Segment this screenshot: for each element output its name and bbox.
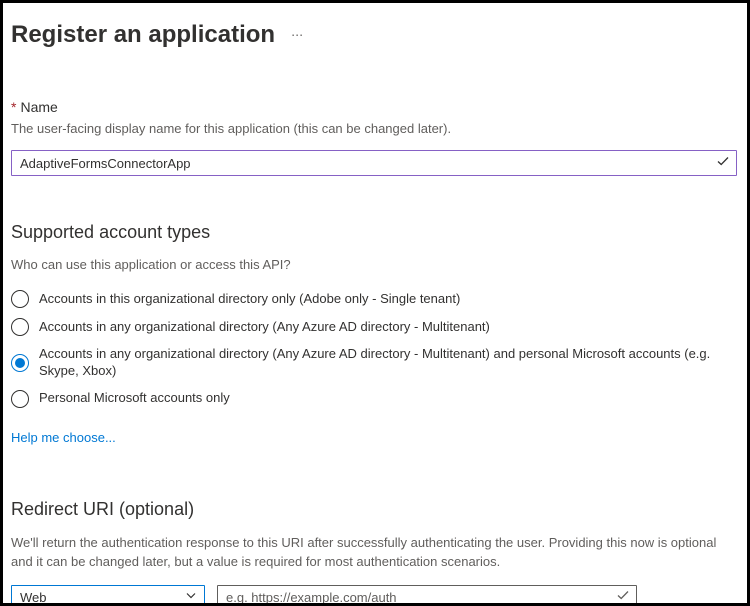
account-type-option-multitenant[interactable]: Accounts in any organizational directory… — [11, 318, 745, 336]
platform-selected-value: Web — [20, 590, 47, 605]
account-type-option-single-tenant[interactable]: Accounts in this organizational director… — [11, 290, 745, 308]
radio-icon — [11, 318, 29, 336]
account-types-question: Who can use this application or access t… — [11, 257, 745, 272]
radio-label: Accounts in this organizational director… — [39, 291, 460, 308]
redirect-uri-description: We'll return the authentication response… — [11, 534, 737, 572]
help-me-choose-link[interactable]: Help me choose... — [11, 430, 116, 445]
redirect-uri-input[interactable] — [217, 585, 637, 606]
name-help-text: The user-facing display name for this ap… — [11, 121, 745, 136]
name-input[interactable] — [11, 150, 737, 176]
radio-icon — [11, 354, 29, 372]
radio-icon — [11, 390, 29, 408]
required-indicator: * — [11, 99, 16, 115]
radio-label: Accounts in any organizational directory… — [39, 319, 490, 336]
account-types-heading: Supported account types — [11, 222, 745, 243]
name-label-text: Name — [20, 99, 57, 115]
account-type-option-personal-only[interactable]: Personal Microsoft accounts only — [11, 390, 745, 408]
radio-icon — [11, 290, 29, 308]
radio-label: Accounts in any organizational directory… — [39, 346, 745, 380]
name-label: *Name — [11, 99, 745, 115]
account-type-option-multitenant-personal[interactable]: Accounts in any organizational directory… — [11, 346, 745, 380]
more-actions-button[interactable]: ⋯ — [291, 28, 305, 42]
radio-label: Personal Microsoft accounts only — [39, 390, 230, 407]
redirect-uri-heading: Redirect URI (optional) — [11, 499, 745, 520]
page-title: Register an application — [11, 21, 275, 49]
account-types-radio-group: Accounts in this organizational director… — [11, 290, 745, 408]
platform-select[interactable]: Web — [11, 585, 205, 606]
title-row: Register an application ⋯ — [11, 21, 745, 49]
